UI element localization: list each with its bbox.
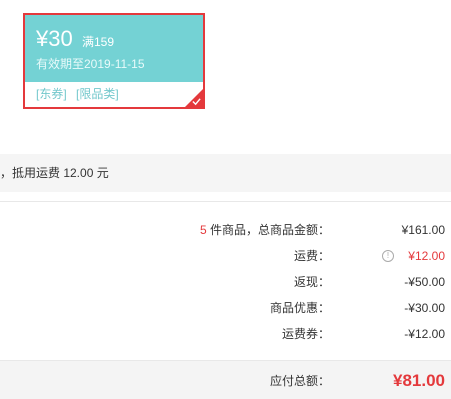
freight-info-bar: ，抵用运费 12.00 元 <box>0 154 451 192</box>
items-label-text: 件商品，总商品金额： <box>206 223 330 237</box>
checkmark-icon <box>192 98 201 106</box>
coupon-header: ¥30 满159 有效期至2019-11-15 <box>25 15 203 82</box>
coupon-condition: 满159 <box>82 35 115 49</box>
coupon-tag-jd: [东券] <box>36 87 67 101</box>
total-label: 应付总额： <box>269 374 330 388</box>
shipping-coupon-label: 运费券： <box>281 327 330 341</box>
discount-label: 商品优惠： <box>269 301 330 315</box>
summary-row-cashback: 返现： -¥50.00 <box>0 272 451 292</box>
shipping-coupon-value: -¥12.00 <box>404 327 445 341</box>
items-value: ¥161.00 <box>401 223 445 237</box>
divider <box>0 201 451 202</box>
cashback-value: -¥50.00 <box>404 275 445 289</box>
freight-info-text: ，抵用运费 12.00 元 <box>0 166 109 180</box>
coupon-tag-category: [限品类] <box>76 87 119 101</box>
total-bar: 应付总额： ¥81.00 <box>0 361 451 399</box>
summary-row-discount: 商品优惠： -¥30.00 <box>0 298 451 318</box>
cashback-label: 返现： <box>293 275 330 289</box>
coupon-tags: [东券] [限品类] <box>36 87 125 101</box>
summary-row-shipping-coupon: 运费券： -¥12.00 <box>0 324 451 344</box>
summary-row-items: 5 件商品，总商品金额： ¥161.00 <box>0 220 451 240</box>
coupon-amount: ¥30 <box>36 26 73 51</box>
items-label: 5 件商品，总商品金额： <box>200 220 330 240</box>
shipping-value: ¥12.00 <box>408 249 445 263</box>
summary-row-shipping: 运费： ! ¥12.00 <box>0 246 451 266</box>
coupon-validity: 有效期至2019-11-15 <box>36 57 145 71</box>
info-icon[interactable]: ! <box>382 250 394 262</box>
discount-value: -¥30.00 <box>404 301 445 315</box>
items-count: 5 <box>199 223 207 237</box>
shipping-label: 运费： <box>293 249 330 263</box>
total-value: ¥81.00 <box>393 371 445 390</box>
coupon-card[interactable]: ¥30 满159 有效期至2019-11-15 [东券] [限品类] <box>23 13 205 109</box>
